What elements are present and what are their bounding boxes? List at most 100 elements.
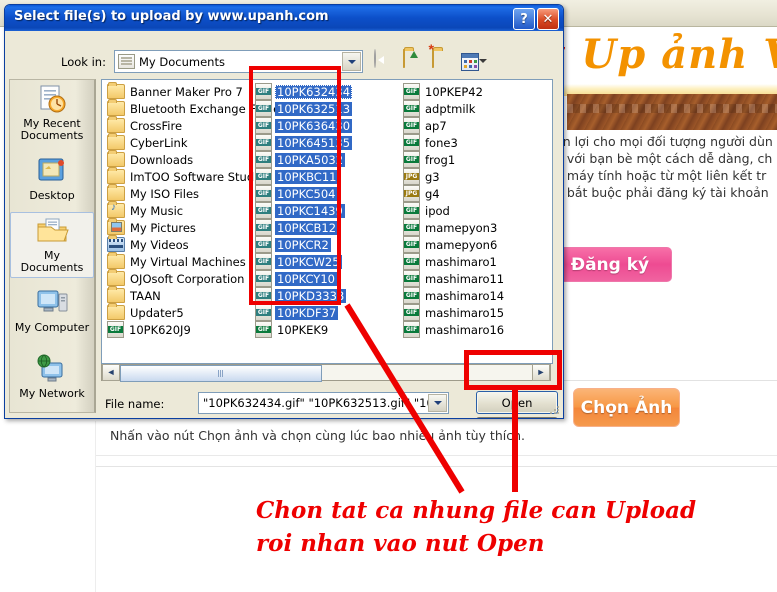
file-list-item[interactable]: GIF mashimaro11 [400, 270, 550, 287]
resize-grip[interactable] [549, 405, 560, 416]
scrollbar-track[interactable] [120, 365, 532, 382]
gif-file-icon: GIF [255, 270, 272, 287]
file-list-item[interactable]: GIF 10PKEP42 [400, 83, 550, 100]
file-list-item[interactable]: GIF adptmilk [400, 100, 550, 117]
file-list-item[interactable]: Downloads [104, 150, 252, 168]
scroll-right-button[interactable]: ► [532, 364, 550, 381]
file-name: 10PKBC11 [275, 169, 339, 184]
file-list-column-1: Banner Maker Pro 7 Bluetooth Exchange Fol… [104, 82, 285, 363]
file-list-item[interactable]: OJOsoft Corporation [104, 269, 252, 287]
file-list-item[interactable]: CyberLink [104, 133, 252, 151]
file-list-item[interactable]: GIF 10PKC504 [252, 185, 400, 202]
file-list-item[interactable]: GIF 10PKCW25 [252, 253, 400, 270]
place-label: My Documents [20, 249, 84, 274]
file-name: frog1 [425, 152, 456, 167]
file-name: 10PKC1439 [275, 203, 345, 218]
file-name: 10PKA5032 [275, 152, 346, 167]
file-list-item[interactable]: Bluetooth Exchange Folder [104, 99, 285, 117]
scrollbar-thumb[interactable] [120, 365, 322, 382]
help-button[interactable]: ? [513, 8, 535, 30]
desktop-icon [34, 156, 70, 188]
gif-file-icon: GIF [255, 304, 272, 321]
gif-file-icon: GIF [255, 151, 272, 168]
place-my-documents[interactable]: My Documents [10, 212, 94, 278]
file-name: adptmilk [425, 101, 476, 116]
webpage-rule-1 [96, 455, 777, 456]
lookin-combobox[interactable]: My Documents [114, 50, 363, 73]
dialog-titlebar[interactable]: Select file(s) to upload by www.upanh.co… [5, 5, 563, 31]
new-folder-icon[interactable] [432, 49, 454, 71]
file-open-dialog[interactable]: Select file(s) to upload by www.upanh.co… [4, 4, 564, 419]
file-list-item[interactable]: My Videos [104, 235, 252, 253]
dialog-toolbar [374, 49, 487, 71]
file-name: mashimaro11 [425, 271, 505, 286]
file-list-item[interactable]: JPG g4 [400, 185, 550, 202]
file-list-item[interactable]: JPG g3 [400, 168, 550, 185]
file-list-item[interactable]: GIF mamepyon6 [400, 236, 550, 253]
chevron-down-icon[interactable] [428, 394, 447, 412]
file-list-item[interactable]: ImTOO Software Studio [104, 167, 264, 185]
filetype-select[interactable]: Images (*.jpg, *.jpeg, *.gif, *.png) [198, 418, 449, 419]
file-list-item[interactable]: My ISO Files [104, 184, 252, 202]
webpage-description: ên lợi cho mọi đối tượng người dùn h với… [555, 134, 777, 202]
close-icon[interactable]: ✕ [537, 8, 559, 30]
file-list-item[interactable]: GIF 10PK645135 [252, 134, 400, 151]
file-list-item[interactable]: GIF frog1 [400, 151, 550, 168]
up-one-level-icon[interactable] [403, 49, 425, 71]
file-list-item[interactable]: GIF mamepyon3 [400, 219, 550, 236]
place-my-network[interactable]: My Network [10, 344, 94, 410]
file-list-item[interactable]: My Music [104, 201, 252, 219]
file-name: My Virtual Machines [130, 254, 246, 269]
back-icon[interactable] [374, 49, 396, 71]
file-list-item[interactable]: Updater5 [104, 303, 252, 321]
file-list-item[interactable]: CrossFire [104, 116, 252, 134]
file-list-item[interactable]: GIF 10PKDF37 [252, 304, 400, 321]
annotation-text-line-2: roi nhan vao nut Open [256, 530, 545, 557]
gif-file-icon: GIF [403, 270, 420, 287]
views-icon[interactable] [461, 50, 487, 71]
cancel-button[interactable]: Cancel [476, 417, 558, 418]
file-list-item[interactable]: GIF 10PK620J9 [104, 321, 252, 338]
logo-text: Up ảnh V [581, 31, 777, 78]
place-my-computer[interactable]: My Computer [10, 278, 94, 344]
filename-label: File name: [105, 397, 165, 411]
file-list-item[interactable]: GIF 10PKCY10 [252, 270, 400, 287]
scroll-left-button[interactable]: ◄ [102, 364, 120, 381]
file-list-item[interactable]: GIF ap7 [400, 117, 550, 134]
filename-input[interactable]: "10PK632434.gif" "10PK632513.gif" "10PK6… [198, 392, 449, 414]
file-list-item[interactable]: GIF 10PKA5032 [252, 151, 400, 168]
open-button[interactable]: Open [476, 391, 558, 414]
file-list-item[interactable]: GIF 10PK632434 [252, 83, 400, 100]
file-list-item[interactable]: GIF 10PKC1439 [252, 202, 400, 219]
file-list-item[interactable]: GIF mashimaro14 [400, 287, 550, 304]
file-name: 10PKCR2 [275, 237, 331, 252]
gif-file-icon: GIF [403, 219, 420, 236]
file-list-item[interactable]: GIF 10PKEK9 [252, 321, 400, 338]
file-list-item[interactable]: GIF fone3 [400, 134, 550, 151]
file-list-item[interactable]: GIF 10PKCB12 [252, 219, 400, 236]
my-documents-icon [34, 216, 70, 248]
file-list-item[interactable]: TAAN [104, 286, 252, 304]
file-list-item[interactable]: Banner Maker Pro 7 [104, 82, 252, 100]
chevron-down-icon[interactable] [342, 52, 361, 71]
file-list-item[interactable]: GIF ipod [400, 202, 550, 219]
folder-icon [107, 286, 125, 303]
file-list-item[interactable]: GIF mashimaro1 [400, 253, 550, 270]
file-list[interactable]: Banner Maker Pro 7 Bluetooth Exchange Fol… [101, 79, 553, 364]
file-list-item[interactable]: GIF mashimaro16 [400, 321, 550, 338]
file-list-item[interactable]: GIF 10PKCR2 [252, 236, 400, 253]
place-my-recent-documents[interactable]: My Recent Documents [10, 80, 94, 146]
choose-image-button[interactable]: Chọn Ảnh [573, 388, 680, 427]
file-list-item[interactable]: GIF 10PKBC11 [252, 168, 400, 185]
file-list-item[interactable]: My Virtual Machines [104, 252, 252, 270]
file-list-item[interactable]: GIF mashimaro15 [400, 304, 550, 321]
webpage-rule-2 [96, 466, 777, 467]
file-list-item[interactable]: GIF 10PK636430 [252, 117, 400, 134]
register-button[interactable]: Đăng ký [548, 247, 672, 282]
file-list-item[interactable]: GIF 10PKD3338 [252, 287, 400, 304]
place-desktop[interactable]: Desktop [10, 146, 94, 212]
file-list-item[interactable]: GIF 10PK632513 [252, 100, 400, 117]
file-list-item[interactable]: My Pictures [104, 218, 252, 236]
horizontal-scrollbar[interactable]: ◄ ► [101, 364, 551, 382]
file-name: mashimaro15 [425, 305, 505, 320]
